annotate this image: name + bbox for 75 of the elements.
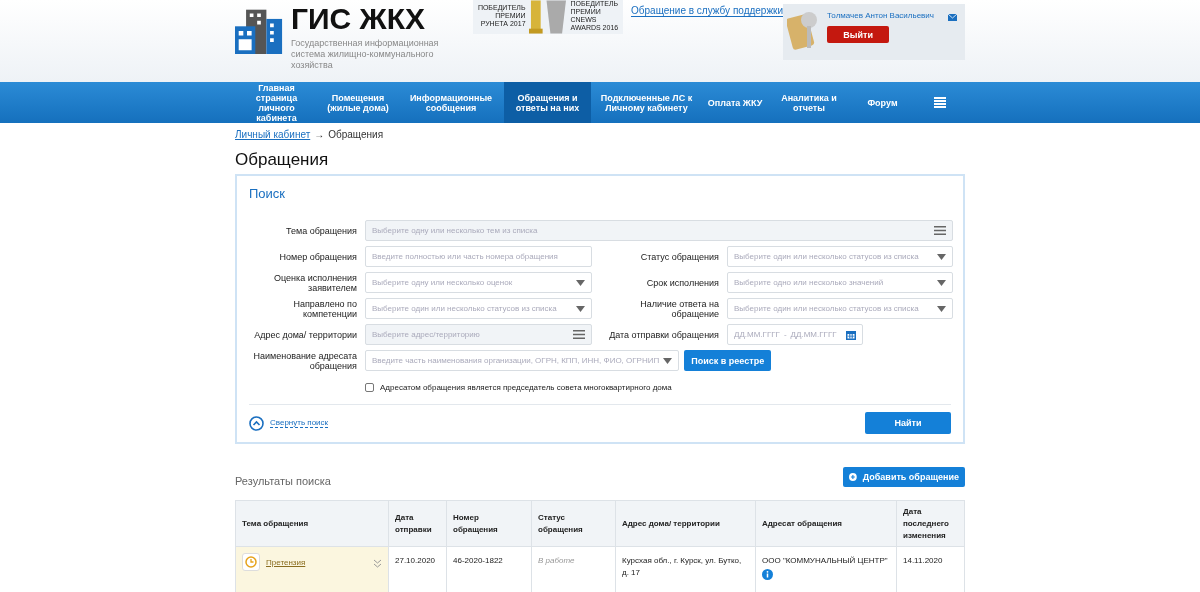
breadcrumb-arrow: → <box>314 129 325 140</box>
checkbox[interactable] <box>365 382 374 392</box>
nav-tab[interactable]: Главная страница личного кабинета <box>235 82 318 123</box>
field-label: Адрес дома/ территории <box>253 329 357 340</box>
collapse-link[interactable]: Свернуть поиск <box>270 418 329 428</box>
plus-icon <box>849 472 857 482</box>
table-cell: 27.10.2020 <box>388 546 447 592</box>
clock-icon <box>242 553 260 571</box>
support-link[interactable]: Обращение в службу поддержки <box>631 5 784 17</box>
input-field[interactable]: Введите полностью или часть номера обращения <box>365 246 592 267</box>
status-text: В работе <box>538 556 575 565</box>
nav-tab[interactable]: Форум <box>850 82 915 123</box>
caret-icon <box>576 305 585 312</box>
breadcrumb-link[interactable]: Личный кабинет <box>235 129 311 140</box>
nav-tab[interactable]: Информационные сообщения <box>398 82 504 123</box>
menu-icon <box>573 330 585 339</box>
column-header: Дата последнего изменения <box>896 500 965 547</box>
select-field[interactable]: Выберите один или несколько статусов из списка <box>727 298 953 319</box>
column-header: Статус обращения <box>531 500 616 547</box>
column-header: Адресат обращения <box>755 500 897 547</box>
column-header: Дата отправки <box>388 500 447 547</box>
select-field[interactable]: Выберите один или несколько статусов из списка <box>727 246 953 267</box>
field-label: Номер обращения <box>278 251 357 262</box>
mail-icon[interactable] <box>948 14 957 21</box>
column-header: Адрес дома/ территории <box>615 500 756 547</box>
checkbox-label: Адресатом обращения является председатель совета многоквартирного дома <box>380 382 672 392</box>
menu-icon <box>934 226 946 235</box>
field-label: Наименование адресата обращения <box>252 350 357 371</box>
nav-tab[interactable]: Подключенные ЛС к Личному кабинету <box>591 82 702 123</box>
results-title: Результаты поиска <box>235 475 331 487</box>
chevron-up-icon[interactable] <box>249 415 264 431</box>
table-cell: Курсхая обл., г. Курск, ул. Бутко, д. 17 <box>615 546 756 592</box>
field-label: Статус обращения <box>639 251 719 262</box>
field-label: Тема обращения <box>284 225 357 236</box>
nav-tab[interactable]: Помещения (жилые дома) <box>318 82 398 123</box>
user-name: Толмачев Антон Васильевич <box>827 11 934 20</box>
caret-icon <box>937 305 946 312</box>
logo-title: ГИС ЖКХ <box>291 4 426 34</box>
field-label: Оценка исполнения заявителем <box>273 272 357 293</box>
date-range-field[interactable]: ДД.ММ.ГГГГ - ДД.ММ.ГГГГ <box>727 324 863 345</box>
caret-icon <box>937 253 946 260</box>
nav-tab[interactable]: Обращения и ответы на них <box>504 82 591 123</box>
field-label: Дата отправки обращения <box>608 329 719 340</box>
panel-title: Поиск <box>249 186 287 203</box>
select-field[interactable]: Выберите адрес/территорию <box>365 324 592 345</box>
double-chevron-icon[interactable] <box>373 559 382 568</box>
select-field[interactable]: Введите часть наименования организации, ОГРН, КПП, ИНН, ФИО, ОГРНИП <box>365 350 680 371</box>
field-label: Направлено по компетенции <box>292 298 357 319</box>
trophy-icon <box>528 0 568 34</box>
breadcrumb-current: Обращения <box>328 129 384 140</box>
menu-icon[interactable] <box>934 97 946 108</box>
field-label: Наличие ответа на обращение <box>639 298 719 319</box>
nav-tab[interactable]: Оплата ЖКУ <box>702 82 768 123</box>
field-label: Срок исполнения <box>645 277 719 288</box>
add-button[interactable]: Добавить обращение <box>843 467 965 487</box>
select-field[interactable]: Выберите один или несколько статусов из списка <box>365 298 592 319</box>
registry-search-button[interactable]: Поиск в реестре <box>684 350 772 371</box>
column-header: Номер обращения <box>446 500 532 547</box>
column-header: Тема обращения <box>235 500 389 547</box>
caret-icon <box>576 279 585 286</box>
page-title: Обращения <box>235 149 330 171</box>
caret-icon <box>937 279 946 286</box>
table-cell: 46-2020-1822 <box>446 546 532 592</box>
select-field[interactable]: Выберите одно или несколько значений <box>727 272 953 293</box>
caret-icon <box>663 357 673 364</box>
table-cell: 14.11.2020 <box>896 546 965 592</box>
select-field[interactable]: Выберите одну или несколько оценок <box>365 272 592 293</box>
topic-link[interactable]: Претензия <box>266 557 367 569</box>
addressee-text: ООО "КОММУНАЛЬНЫЙ ЦЕНТР" <box>762 555 889 567</box>
calendar-icon <box>846 329 856 340</box>
nav-tab[interactable]: Аналитика и отчеты <box>768 82 850 123</box>
logout-button[interactable]: Выйти <box>827 26 890 43</box>
logo-subtitle: Государственная информационная система жилищно-коммунального хозяйства <box>291 38 440 71</box>
info-icon[interactable] <box>762 569 773 580</box>
find-button[interactable]: Найти <box>865 412 951 434</box>
